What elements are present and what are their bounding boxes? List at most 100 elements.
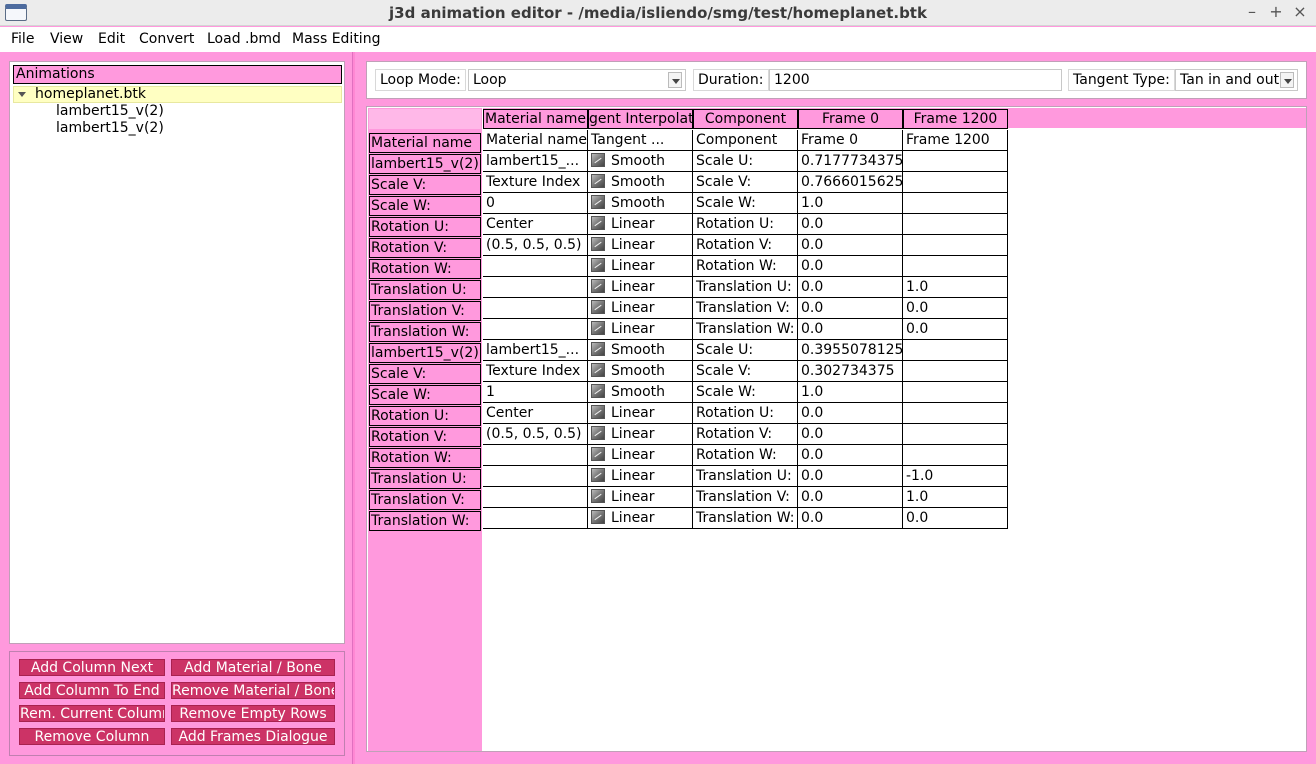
table-cell-component[interactable]: Scale U: [693,340,798,361]
add-column-to-end-button[interactable]: Add Column To End [19,682,165,699]
add-frames-dialogue-button[interactable]: Add Frames Dialogue [171,728,335,745]
column-header-tangent-interpolation[interactable]: gent Interpolat [588,109,693,129]
table-cell-frame-1200[interactable] [903,403,1008,424]
table-cell-frame-0[interactable]: 0.3955078125 [798,340,903,361]
table-cell-tangent-interpolation[interactable]: Linear [588,445,693,466]
table-cell-component[interactable]: Rotation W: [693,256,798,277]
row-header[interactable]: lambert15_v(2) [369,154,481,174]
table-cell-header-material-name[interactable]: Material name [483,130,588,151]
chevron-down-icon[interactable] [668,72,682,88]
column-header-frame-1200[interactable]: Frame 1200 [903,109,1008,129]
table-cell-material-name[interactable]: Center [483,403,588,424]
table-cell-header-tangent-interpolation[interactable]: Tangent ... [588,130,693,151]
table-cell-tangent-interpolation[interactable]: Linear [588,424,693,445]
table-cell-tangent-interpolation[interactable]: Linear [588,466,693,487]
table-cell-frame-1200[interactable] [903,361,1008,382]
table-cell-material-name[interactable]: 1 [483,382,588,403]
panel-splitter[interactable] [352,52,355,764]
menu-view[interactable]: View [50,31,83,47]
row-header[interactable]: lambert15_v(2) [369,343,481,363]
table-cell-frame-0[interactable]: 0.7177734375 [798,151,903,172]
table-cell-material-name[interactable]: Texture Index [483,172,588,193]
table-cell-frame-0[interactable]: 0.0 [798,487,903,508]
table-cell-tangent-interpolation[interactable]: Smooth [588,151,693,172]
column-header-material-name[interactable]: Material name [483,109,588,129]
row-header[interactable]: Rotation V: [369,238,481,258]
table-cell-component[interactable]: Translation U: [693,277,798,298]
table-cell-material-name[interactable] [483,298,588,319]
expand-arrow-icon[interactable] [18,92,26,97]
row-header[interactable]: Scale V: [369,175,481,195]
table-cell-material-name[interactable]: 0 [483,193,588,214]
table-cell-frame-1200[interactable]: 0.0 [903,508,1008,529]
minimize-icon[interactable]: – [1241,2,1263,22]
table-cell-frame-0[interactable]: 0.0 [798,277,903,298]
tangent-type-select[interactable]: Tan in and out [1175,69,1298,91]
remove-empty-rows-button[interactable]: Remove Empty Rows [171,705,335,722]
table-cell-tangent-interpolation[interactable]: Smooth [588,382,693,403]
remove-column-button[interactable]: Remove Column [19,728,165,745]
table-cell-material-name[interactable] [483,466,588,487]
table-cell-component[interactable]: Rotation U: [693,214,798,235]
table-cell-frame-0[interactable]: 0.0 [798,424,903,445]
loop-mode-select[interactable]: Loop [468,69,686,91]
table-cell-frame-1200[interactable]: 0.0 [903,319,1008,340]
row-header[interactable]: Translation V: [369,301,481,321]
table-cell-frame-1200[interactable] [903,382,1008,403]
row-header[interactable]: Rotation W: [369,448,481,468]
table-cell-tangent-interpolation[interactable]: Linear [588,256,693,277]
menu-mass-editing[interactable]: Mass Editing [292,31,380,47]
add-column-next-button[interactable]: Add Column Next [19,659,165,676]
table-cell-component[interactable]: Translation W: [693,319,798,340]
add-material-bone-button[interactable]: Add Material / Bone [171,659,335,676]
table-cell-component[interactable]: Translation U: [693,466,798,487]
table-cell-tangent-interpolation[interactable]: Linear [588,487,693,508]
table-cell-component[interactable]: Rotation V: [693,424,798,445]
table-cell-frame-1200[interactable]: 1.0 [903,487,1008,508]
row-header[interactable]: Translation W: [369,511,481,531]
menu-convert[interactable]: Convert [139,31,194,47]
table-cell-material-name[interactable]: Texture Index [483,361,588,382]
table-cell-material-name[interactable] [483,445,588,466]
duration-input[interactable]: 1200 [769,69,1062,91]
table-cell-frame-0[interactable]: 0.0 [798,319,903,340]
table-cell-frame-1200[interactable] [903,340,1008,361]
table-cell-tangent-interpolation[interactable]: Linear [588,403,693,424]
table-cell-component[interactable]: Rotation V: [693,235,798,256]
remove-current-column-button[interactable]: Rem. Current Column [19,705,165,722]
table-cell-header-frame-0[interactable]: Frame 0 [798,130,903,151]
table-cell-frame-1200[interactable] [903,424,1008,445]
row-header[interactable]: Scale W: [369,196,481,216]
row-header[interactable]: Translation U: [369,469,481,489]
tree-root-item[interactable]: homeplanet.btk [13,86,342,103]
column-header-frame-0[interactable]: Frame 0 [798,109,903,129]
table-cell-frame-1200[interactable] [903,445,1008,466]
row-header[interactable]: Rotation U: [369,406,481,426]
table-cell-tangent-interpolation[interactable]: Linear [588,298,693,319]
row-header[interactable]: Scale V: [369,364,481,384]
maximize-icon[interactable]: + [1265,2,1287,22]
table-cell-frame-0[interactable]: 0.0 [798,466,903,487]
table-cell-frame-0[interactable]: 0.302734375 [798,361,903,382]
row-header[interactable]: Translation W: [369,322,481,342]
table-cell-component[interactable]: Rotation W: [693,445,798,466]
table-cell-material-name[interactable] [483,508,588,529]
table-cell-tangent-interpolation[interactable]: Linear [588,235,693,256]
table-cell-frame-1200[interactable] [903,193,1008,214]
table-cell-tangent-interpolation[interactable]: Linear [588,319,693,340]
table-cell-material-name[interactable]: lambert15_... [483,340,588,361]
table-cell-tangent-interpolation[interactable]: Linear [588,508,693,529]
table-cell-frame-0[interactable]: 0.0 [798,403,903,424]
table-cell-component[interactable]: Translation V: [693,487,798,508]
table-cell-material-name[interactable] [483,256,588,277]
table-cell-tangent-interpolation[interactable]: Smooth [588,340,693,361]
table-cell-frame-1200[interactable]: 0.0 [903,298,1008,319]
close-icon[interactable]: × [1289,2,1311,22]
table-cell-frame-1200[interactable] [903,151,1008,172]
column-header-component[interactable]: Component [693,109,798,129]
table-cell-frame-1200[interactable] [903,235,1008,256]
table-cell-frame-0[interactable]: 0.0 [798,256,903,277]
menu-load-bmd[interactable]: Load .bmd [207,31,281,47]
table-cell-frame-1200[interactable] [903,214,1008,235]
table-cell-material-name[interactable] [483,319,588,340]
